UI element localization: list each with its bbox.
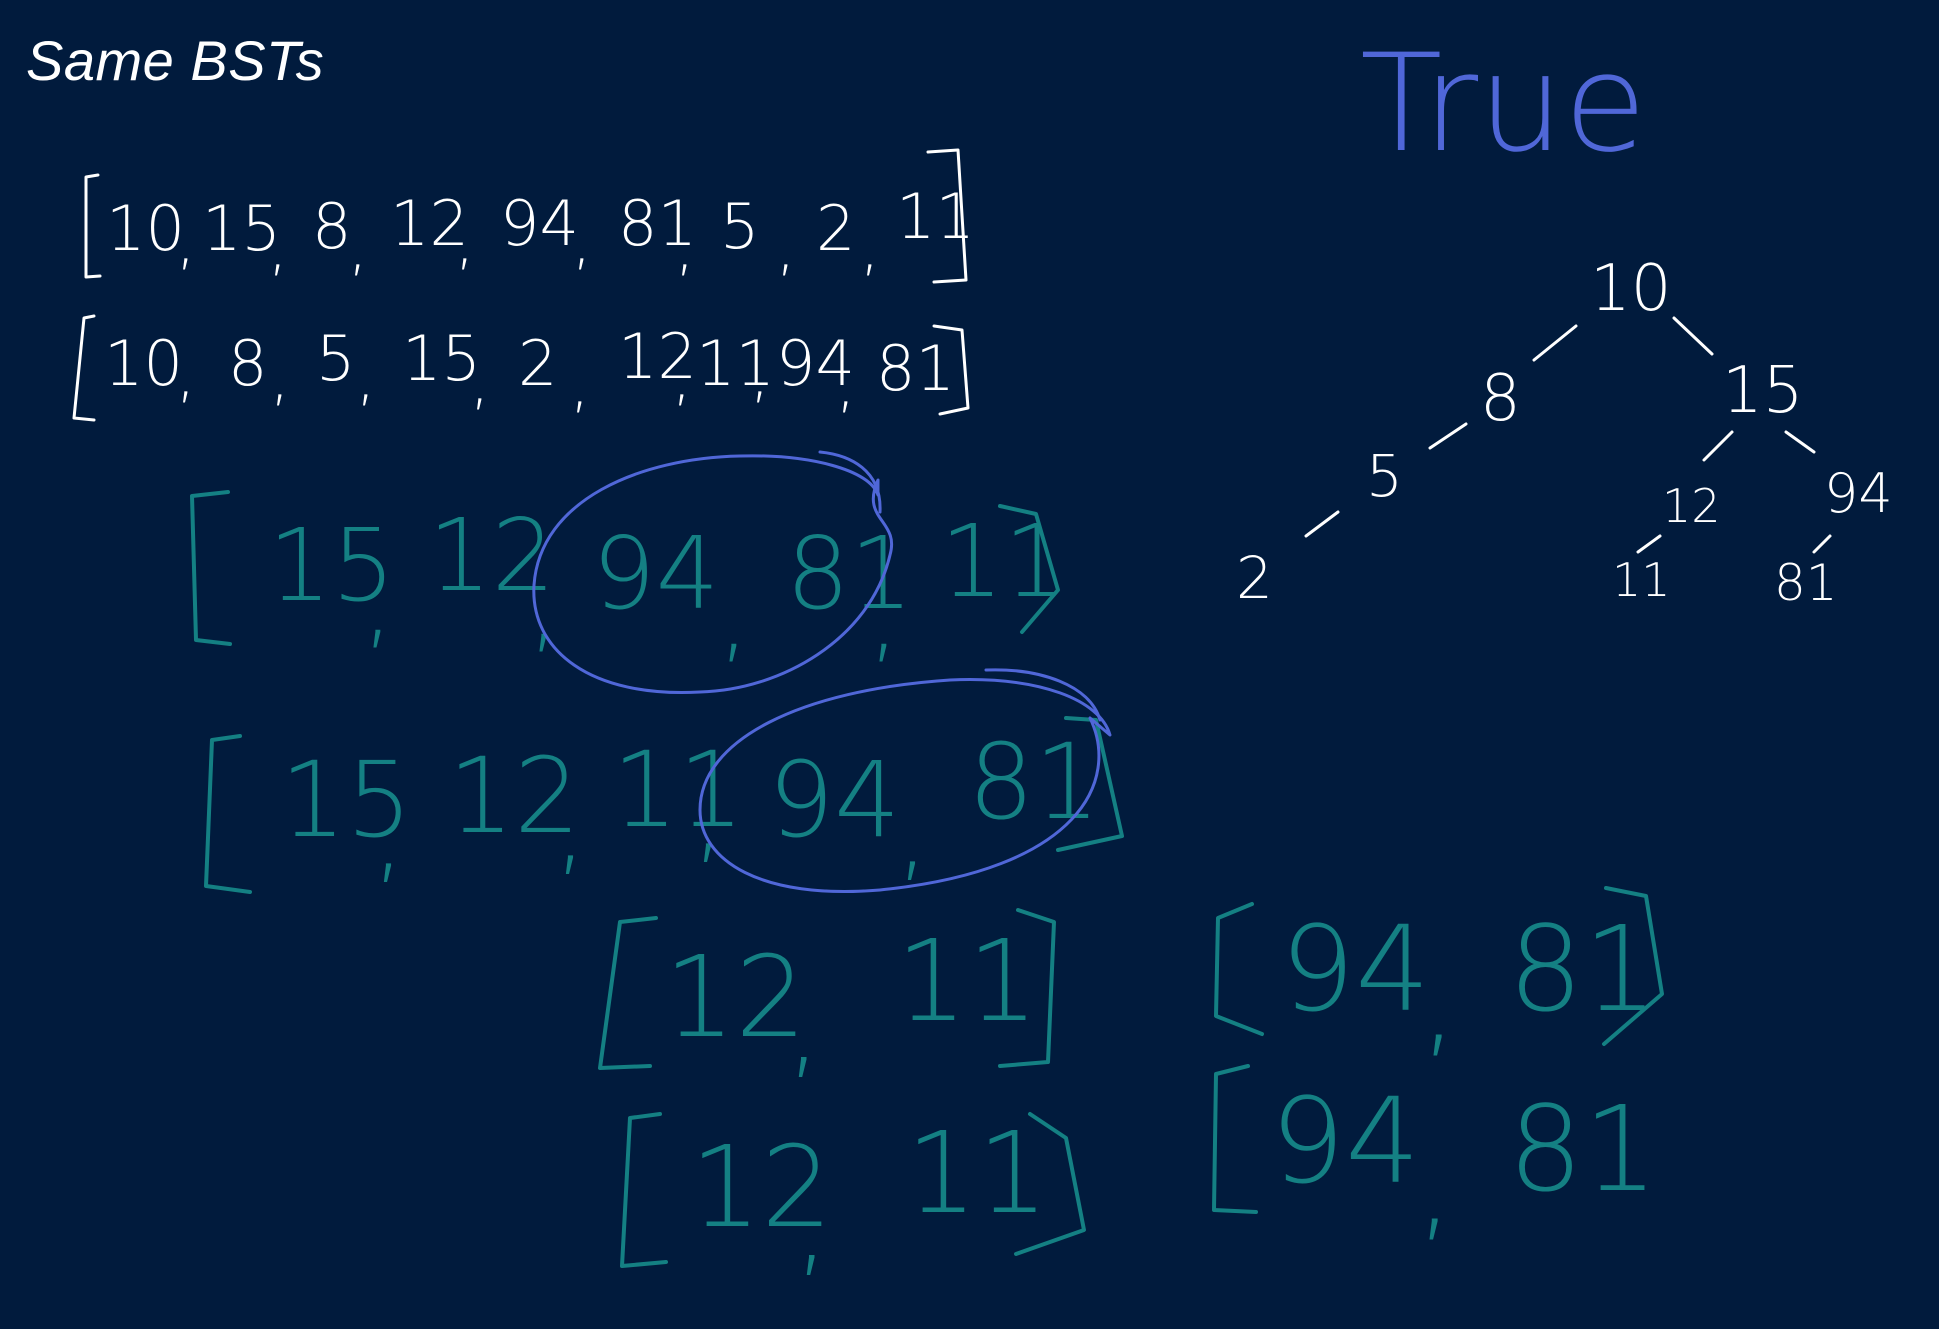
comma-separator: ,	[470, 344, 490, 417]
array-one-value: 10	[106, 192, 185, 265]
comma-separator: ,	[718, 557, 750, 674]
tree-node: 5	[1366, 442, 1403, 510]
right-sub-one-value: 81	[1508, 900, 1658, 1038]
open-bracket	[72, 314, 96, 422]
result-label: True	[1360, 25, 1647, 182]
right-sub-two: 94 , 81	[1212, 1064, 1658, 1254]
comma-separator: ,	[836, 347, 856, 420]
comma-separator: ,	[270, 340, 290, 413]
tree-edge	[1428, 422, 1468, 450]
comma-separator: ,	[896, 771, 929, 893]
right-values-one: 15 , 12 , 94 , 81 , 11	[190, 490, 1067, 674]
comma-separator: ,	[860, 210, 880, 283]
array-one-value: 11	[896, 180, 975, 253]
array-two-value: 81	[876, 332, 955, 405]
array-two-value: 8	[228, 327, 267, 400]
handwritten-diagram: True 10 , 15 , 8 , 12 , 94 , 81 , 5 , 2	[72, 25, 1893, 1289]
circle-overstroke	[984, 668, 1102, 722]
comma-separator: ,	[176, 337, 196, 410]
open-bracket	[1214, 902, 1264, 1036]
open-bracket	[190, 490, 232, 646]
comma-separator: ,	[794, 1159, 830, 1289]
array-two-value: 5	[316, 322, 355, 395]
right-sub-one: 94 , 81	[1214, 886, 1664, 1070]
left-sub-two: 12 , 11	[620, 1109, 1086, 1289]
right-sub-two-value: 81	[1508, 1080, 1658, 1218]
array-one-value: 94	[500, 187, 579, 260]
bst-tree: 10 8 5 2 15 12 94 11 81	[1236, 252, 1893, 612]
open-bracket	[620, 1112, 668, 1268]
array-two-value: 2	[518, 327, 557, 400]
open-bracket	[84, 173, 102, 279]
comma-separator: ,	[268, 210, 288, 283]
right-one-value: 94	[592, 515, 719, 632]
array-two: 10 , 8 , 5 , 15 , 2 , 12 , 11 , 94 , 81	[72, 314, 970, 422]
open-bracket	[204, 734, 252, 894]
right-sub-one-value: 94	[1280, 900, 1430, 1038]
tree-edge	[1532, 324, 1578, 362]
array-one-value: 5	[720, 190, 759, 263]
tree-node: 94	[1824, 462, 1893, 525]
open-bracket	[598, 916, 658, 1070]
right-two-value: 81	[968, 721, 1100, 843]
comma-separator: ,	[362, 543, 394, 660]
comma-separator: ,	[455, 204, 475, 277]
tree-edge	[1672, 316, 1714, 356]
whiteboard-canvas: Same BSTs True 10 , 15 , 8 , 12 , 94 , 8…	[0, 0, 1939, 1329]
comma-separator: ,	[348, 210, 368, 283]
left-sub-one-value: 11	[896, 917, 1039, 1047]
left-sub-one: 12 , 11	[598, 908, 1056, 1091]
comma-separator: ,	[176, 204, 196, 277]
tree-node: 2	[1236, 544, 1273, 612]
array-two-value: 10	[104, 327, 183, 400]
tree-node: 11	[1612, 553, 1671, 607]
comma-separator: ,	[750, 337, 770, 410]
array-one-value: 8	[312, 190, 351, 263]
comma-separator: ,	[1416, 1116, 1454, 1254]
comma-separator: ,	[356, 340, 376, 413]
comma-separator: ,	[1420, 932, 1458, 1070]
array-one: 10 , 15 , 8 , 12 , 94 , 81 , 5 , 2 , 11	[84, 148, 975, 284]
right-sub-two-value: 94	[1270, 1072, 1420, 1210]
tree-node: 10	[1590, 252, 1671, 326]
tree-node: 8	[1480, 362, 1521, 436]
tree-edge	[1702, 430, 1734, 462]
tree-node: 15	[1722, 354, 1803, 428]
right-one-value: 11	[940, 503, 1067, 620]
tree-edge	[1812, 534, 1832, 554]
right-two-value: 94	[768, 739, 900, 861]
comma-separator: ,	[675, 210, 695, 283]
tree-edge	[1304, 510, 1340, 538]
comma-separator: ,	[554, 765, 587, 887]
comma-separator: ,	[372, 773, 405, 895]
array-one-value: 2	[816, 192, 855, 265]
comma-separator: ,	[572, 204, 592, 277]
tree-node: 12	[1662, 479, 1721, 533]
comma-separator: ,	[786, 961, 822, 1091]
tree-nodes: 10 8 5 2 15 12 94 11 81	[1236, 252, 1893, 612]
comma-separator: ,	[776, 210, 796, 283]
circle-overstroke	[818, 450, 882, 514]
tree-edge	[1784, 430, 1816, 454]
tree-edge	[1636, 534, 1662, 554]
tree-node: 81	[1774, 554, 1838, 612]
open-bracket	[1212, 1064, 1258, 1214]
comma-separator: ,	[672, 340, 692, 413]
comma-separator: ,	[570, 347, 590, 420]
left-sub-two-value: 11	[906, 1109, 1049, 1239]
